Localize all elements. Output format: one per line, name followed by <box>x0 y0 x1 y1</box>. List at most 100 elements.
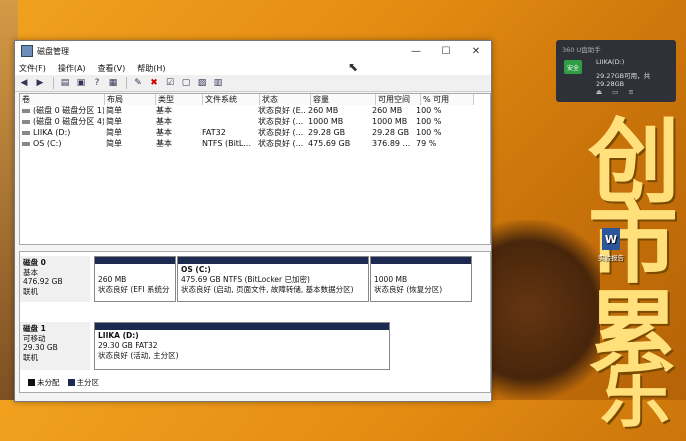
menu-help[interactable]: 帮助(H) <box>137 63 165 74</box>
column-header-status[interactable]: 状态 <box>260 94 311 105</box>
table-row[interactable]: (磁盘 0 磁盘分区 1) 简单 基本 状态良好 (E... 260 MB 26… <box>20 105 490 116</box>
window-title: 磁盘管理 <box>37 46 69 56</box>
disk-graphical-view: 磁盘 0 基本 476.92 GB 联机 260 MB 状态良好 (EFI 系统… <box>19 251 491 393</box>
primary-swatch <box>67 379 75 386</box>
column-header-free-space[interactable]: 可用空间 <box>376 94 421 105</box>
help-icon[interactable]: ? <box>90 76 104 90</box>
volume-name: OS (C:) <box>33 139 62 148</box>
status-cell: 状态良好 (... <box>258 139 304 148</box>
explore-icon[interactable]: ▨ <box>195 76 209 90</box>
volume-cell: OS (C:) <box>20 139 104 148</box>
partition-os[interactable]: OS (C:) 475.69 GB NTFS (BitLocker 已加密) 状… <box>177 256 369 302</box>
volume-cell: (磁盘 0 磁盘分区 4) <box>20 116 104 127</box>
column-header-percent-free[interactable]: % 可用 <box>421 94 474 105</box>
disk-status: 联机 <box>23 286 38 296</box>
partition-bar <box>371 257 471 264</box>
volume-name: (磁盘 0 磁盘分区 1) <box>33 106 104 115</box>
menu-icon[interactable]: ≡ <box>628 88 643 96</box>
maximize-button[interactable]: ☐ <box>431 41 461 61</box>
partition-status: 状态良好 (恢复分区) <box>374 285 443 294</box>
column-header-volume[interactable]: 卷 <box>20 94 105 105</box>
volume-list: 卷 布局 类型 文件系统 状态 容量 可用空间 % 可用 (磁盘 0 磁盘分区 … <box>19 93 491 245</box>
legend: 未分配 主分区 <box>24 377 99 388</box>
disk-type: 基本 <box>23 267 38 277</box>
column-header-capacity[interactable]: 容量 <box>311 94 376 105</box>
partition-status: 状态良好 (启动, 页面文件, 故障转储, 基本数据分区) <box>181 285 354 294</box>
type-cell: 基本 <box>156 139 172 148</box>
partition-title: OS (C:) <box>181 265 211 274</box>
menu-action[interactable]: 操作(A) <box>58 63 86 74</box>
title-bar[interactable]: 磁盘管理 — ☐ ✕ <box>15 41 491 61</box>
desktop-icon-label: 实验报告 <box>598 254 624 262</box>
delete-icon[interactable]: ✖ <box>147 76 161 90</box>
free-space-cell: 260 MB <box>372 106 403 115</box>
connect-icon[interactable]: ✎ <box>131 76 145 90</box>
disk-1-label[interactable]: 磁盘 1 可移动 29.30 GB 联机 <box>20 322 90 370</box>
menu-bar: 文件(F) 操作(A) 查看(V) 帮助(H) <box>15 61 491 75</box>
partition-recovery[interactable]: 1000 MB 状态良好 (恢复分区) <box>370 256 472 302</box>
volume-name: (磁盘 0 磁盘分区 4) <box>33 117 104 126</box>
table-row[interactable]: (磁盘 0 磁盘分区 4) 简单 基本 状态良好 (... 1000 MB 10… <box>20 116 490 127</box>
free-space-cell: 29.28 GB <box>372 128 410 137</box>
graphical-view-icon[interactable]: ▦ <box>106 76 120 90</box>
volume-cell: LIIKA (D:) <box>20 128 104 137</box>
open-icon[interactable]: ▢ <box>179 76 193 90</box>
column-header-layout[interactable]: 布局 <box>105 94 156 105</box>
partition-size: 475.69 GB NTFS (BitLocker 已加密) <box>181 275 310 284</box>
percent-free-cell: 100 % <box>416 106 442 115</box>
partition-size: 1000 MB <box>374 275 408 284</box>
column-header-type[interactable]: 类型 <box>156 94 203 105</box>
toolbar: ◀ ▶ ▤ ▣ ? ▦ ✎ ✖ ☑ ▢ ▨ ▥ <box>15 75 491 92</box>
notification-header: 360 U盘助手 <box>562 46 601 54</box>
partition-title <box>98 265 172 275</box>
wallpaper-glyph: 乐 <box>600 354 670 437</box>
list-view-icon[interactable]: ▤ <box>58 76 72 90</box>
usb-notification[interactable]: 360 U盘助手 安全 LIIKA(D:) 29.27GB可用，共29.28GB… <box>556 40 676 102</box>
wallpaper-shadow <box>480 220 600 400</box>
word-doc-icon: W <box>602 228 620 250</box>
settings-icon[interactable]: ▥ <box>211 76 225 90</box>
free-space-cell: 376.89 ... <box>372 139 411 148</box>
layout-cell: 简单 <box>106 106 122 115</box>
partition-size: 260 MB <box>98 275 127 284</box>
partition-title: LIIKA (D:) <box>98 331 139 340</box>
disk-name: 磁盘 0 <box>23 258 46 267</box>
disk-status: 联机 <box>23 352 38 362</box>
type-cell: 基本 <box>156 106 172 115</box>
folder-icon[interactable]: ▭ <box>612 88 628 96</box>
partition-status: 状态良好 (活动, 主分区) <box>98 351 179 360</box>
legend-unallocated: 未分配 <box>37 378 60 387</box>
notification-capacity: 29.27GB可用，共29.28GB <box>596 72 651 88</box>
partition-size: 29.30 GB FAT32 <box>98 341 158 350</box>
menu-view[interactable]: 查看(V) <box>98 63 126 74</box>
notification-actions[interactable]: ⏏▭≡ <box>596 88 644 96</box>
percent-free-cell: 79 % <box>416 139 437 148</box>
back-arrow-icon[interactable]: ◀ <box>17 76 31 90</box>
toolbar-separator <box>126 77 127 89</box>
close-button[interactable]: ✕ <box>461 41 491 61</box>
partition-liika[interactable]: LIIKA (D:) 29.30 GB FAT32 状态良好 (活动, 主分区) <box>94 322 390 370</box>
column-header-filesystem[interactable]: 文件系统 <box>203 94 260 105</box>
disk-name: 磁盘 1 <box>23 324 46 333</box>
percent-free-cell: 100 % <box>416 128 442 137</box>
layout-cell: 简单 <box>106 117 122 126</box>
minimize-button[interactable]: — <box>401 41 431 61</box>
free-space-cell: 1000 MB <box>372 117 408 126</box>
layout-cell: 简单 <box>106 128 122 137</box>
properties-icon[interactable]: ▣ <box>74 76 88 90</box>
unallocated-swatch <box>28 379 35 386</box>
status-cell: 状态良好 (E... <box>258 106 306 115</box>
volume-cell: (磁盘 0 磁盘分区 1) <box>20 105 104 116</box>
forward-arrow-icon[interactable]: ▶ <box>33 76 47 90</box>
disk-0-label[interactable]: 磁盘 0 基本 476.92 GB 联机 <box>20 256 90 302</box>
partition-efi[interactable]: 260 MB 状态良好 (EFI 系统分 <box>94 256 176 302</box>
table-row[interactable]: LIIKA (D:) 简单 基本 FAT32 状态良好 (... 29.28 G… <box>20 127 490 138</box>
check-icon[interactable]: ☑ <box>163 76 177 90</box>
desktop-word-file[interactable]: W 实验报告 <box>596 228 626 262</box>
table-row[interactable]: OS (C:) 简单 基本 NTFS (BitL... 状态良好 (... 47… <box>20 138 490 149</box>
mouse-pointer-icon: ⬉ <box>348 60 359 74</box>
menu-file[interactable]: 文件(F) <box>19 63 46 74</box>
eject-icon[interactable]: ⏏ <box>596 88 612 96</box>
volume-icon <box>22 141 30 146</box>
partition-bar <box>178 257 368 264</box>
